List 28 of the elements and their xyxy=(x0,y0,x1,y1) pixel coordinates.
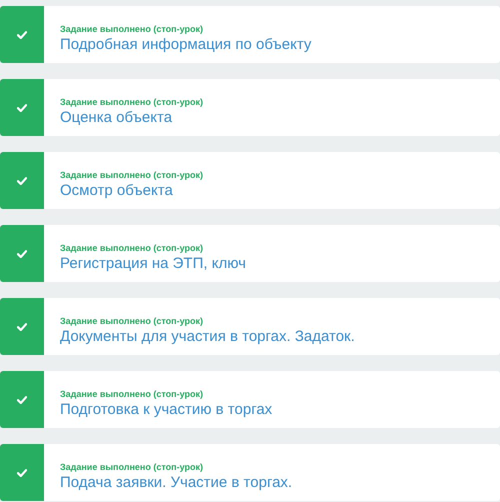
status-label: Задание выполнено (стоп-урок) xyxy=(60,389,204,400)
status-label: Задание выполнено (стоп-урок) xyxy=(60,316,204,327)
check-icon xyxy=(17,250,27,258)
task-title: Подготовка к участию в торгах xyxy=(60,400,272,419)
check-icon xyxy=(17,468,27,476)
task-title: Осмотр объекта xyxy=(60,181,174,200)
task-card[interactable]: Задание выполнено (стоп-урок) Осмотр объекта xyxy=(0,152,500,209)
status-label: Задание выполнено (стоп-урок) xyxy=(60,170,203,181)
check-icon xyxy=(17,104,27,112)
task-title: Документы для участия в торгах. Задаток. xyxy=(60,327,355,346)
task-title: Подача заявки. Участие в торгах. xyxy=(60,473,292,492)
check-icon xyxy=(17,176,27,184)
task-title: Регистрация на ЭТП, ключ xyxy=(60,254,246,273)
status-label: Задание выполнено (стоп-урок) xyxy=(60,24,204,35)
status-label: Задание выполнено (стоп-урок) xyxy=(60,462,204,473)
check-icon xyxy=(17,30,27,38)
task-card[interactable]: Задание выполнено (стоп-урок) Оценка объекта xyxy=(0,79,500,136)
task-card[interactable]: Задание выполнено (стоп-урок) Документы для участия в торгах. Задаток. xyxy=(0,298,500,355)
task-card[interactable]: Задание выполнено (стоп-урок) Подробная информация по объекту xyxy=(0,6,500,63)
check-icon xyxy=(17,322,27,330)
task-title: Оценка объекта xyxy=(60,108,174,127)
status-label: Задание выполнено (стоп-урок) xyxy=(60,243,204,254)
task-title: Подробная информация по объекту xyxy=(60,35,312,54)
status-label: Задание выполнено (стоп-урок) xyxy=(60,97,203,108)
task-card[interactable]: Задание выполнено (стоп-урок) Подготовка к участию в торгах xyxy=(0,371,500,428)
task-card[interactable]: Задание выполнено (стоп-урок) Регистрация на ЭТП, ключ xyxy=(0,225,500,282)
task-card[interactable]: Задание выполнено (стоп-урок) Подача заявки. Участие в торгах. xyxy=(0,444,500,501)
check-icon xyxy=(17,396,27,404)
